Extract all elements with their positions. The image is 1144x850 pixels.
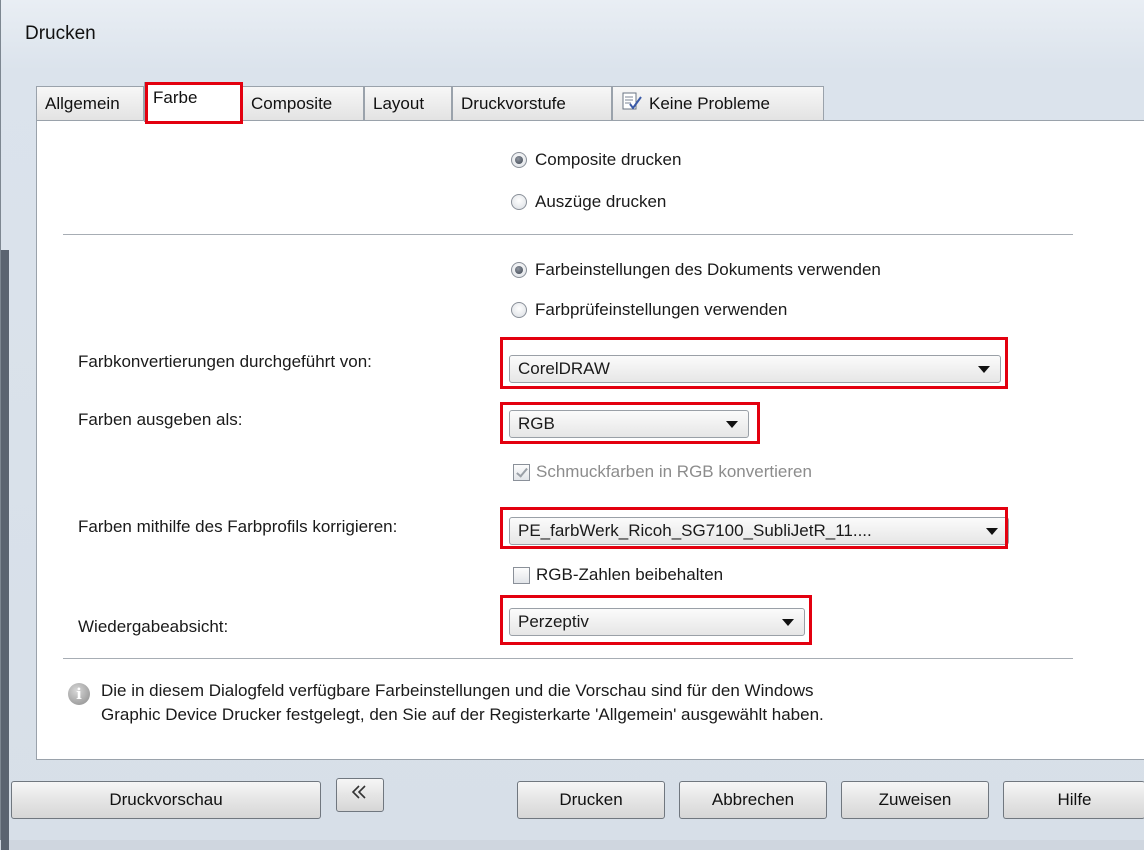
intent-value: Perzeptiv (518, 612, 589, 631)
radio-document-settings-label: Farbeinstellungen des Dokuments verwende… (535, 260, 881, 279)
info-line-1: Die in diesem Dialogfeld verfügbare Farb… (101, 681, 814, 700)
info-text: Die in diesem Dialogfeld verfügbare Farb… (101, 679, 1081, 727)
radio-proof-settings-label: Farbprüfeinstellungen verwenden (535, 300, 788, 319)
output-dropdown[interactable]: RGB (509, 410, 749, 438)
divider (63, 658, 1073, 659)
radio-composite[interactable]: Composite drucken (511, 150, 681, 170)
conversion-value: CorelDRAW (518, 359, 610, 378)
print-dialog: Drucken Allgemein Farbe Composite Layout… (0, 0, 1144, 850)
radio-dot (511, 194, 527, 210)
info-line-2: Graphic Device Drucker festgelegt, den S… (101, 705, 824, 724)
checkbox-box (513, 566, 530, 584)
radio-composite-label: Composite drucken (535, 150, 682, 169)
tab-layout[interactable]: Layout (364, 86, 452, 120)
tab-druckvorstufe[interactable]: Druckvorstufe (452, 86, 612, 120)
tab-keine-probleme[interactable]: Keine Probleme (612, 86, 824, 120)
radio-document-settings[interactable]: Farbeinstellungen des Dokuments verwende… (511, 260, 881, 280)
radio-separations-label: Auszüge drucken (535, 192, 667, 211)
chevron-down-icon (782, 619, 794, 626)
radio-dot (511, 262, 527, 278)
radio-dot (511, 152, 527, 168)
spot-colors-checkbox[interactable]: Schmuckfarben in RGB konvertieren (513, 462, 812, 482)
intent-label: Wiedergabeabsicht: (78, 617, 229, 636)
radio-proof-settings[interactable]: Farbprüfeinstellungen verwenden (511, 300, 787, 320)
chevron-down-icon (978, 366, 990, 373)
keep-rgb-label: RGB-Zahlen beibehalten (536, 565, 724, 584)
checkbox-box (513, 463, 530, 481)
conversion-dropdown[interactable]: CorelDRAW (509, 355, 1001, 383)
tab-panel-farbe (36, 120, 1144, 760)
checklist-icon (621, 89, 643, 123)
window-title: Drucken (25, 23, 96, 44)
tab-composite[interactable]: Composite (242, 86, 364, 120)
keep-rgb-checkbox[interactable]: RGB-Zahlen beibehalten (513, 565, 723, 585)
print-preview-button[interactable]: Druckvorschau (11, 781, 321, 819)
conversion-label: Farbkonvertierungen durchgeführt von: (78, 352, 372, 371)
chevron-down-icon (986, 528, 998, 535)
print-button[interactable]: Drucken (517, 781, 665, 819)
cancel-button[interactable]: Abbrechen (679, 781, 827, 819)
spot-colors-label: Schmuckfarben in RGB konvertieren (536, 462, 812, 481)
output-value: RGB (518, 414, 555, 433)
profile-label: Farben mithilfe des Farbprofils korrigie… (78, 517, 398, 536)
tab-farbe[interactable]: Farbe (144, 82, 242, 122)
apply-button[interactable]: Zuweisen (841, 781, 989, 819)
chevron-down-icon (726, 421, 738, 428)
info-icon: i (68, 683, 90, 705)
background-window-edge (1, 250, 9, 850)
divider (63, 234, 1073, 235)
profile-dropdown[interactable]: PE_farbWerk_Ricoh_SG7100_SubliJetR_11...… (509, 517, 1009, 545)
profile-value: PE_farbWerk_Ricoh_SG7100_SubliJetR_11...… (518, 521, 872, 540)
radio-separations[interactable]: Auszüge drucken (511, 192, 666, 212)
radio-dot (511, 302, 527, 318)
tab-keine-probleme-label: Keine Probleme (649, 94, 770, 113)
double-left-arrow-icon (350, 785, 370, 804)
tab-allgemein[interactable]: Allgemein (36, 86, 144, 120)
collapse-preview-button[interactable] (336, 778, 384, 812)
output-label: Farben ausgeben als: (78, 410, 243, 429)
help-button[interactable]: Hilfe (1003, 781, 1144, 819)
intent-dropdown[interactable]: Perzeptiv (509, 608, 805, 636)
